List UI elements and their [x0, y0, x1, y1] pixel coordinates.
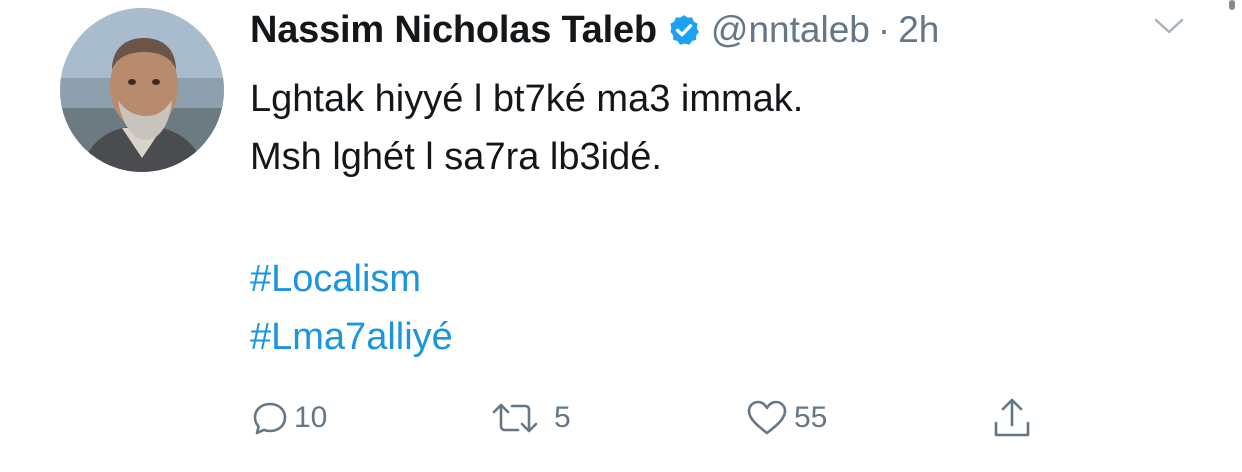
tweet-header: Nassim Nicholas Taleb @nntaleb · 2h: [250, 4, 939, 56]
scrollbar[interactable]: [1229, 0, 1235, 10]
retweet-arrows-icon: [490, 398, 550, 438]
retweet-count: 5: [554, 401, 571, 434]
heart-icon: [744, 398, 790, 438]
hashtag-lma7alliye[interactable]: #Lma7alliyé: [250, 308, 453, 366]
tweet-actions: 10 5 55: [250, 392, 1070, 444]
hashtag-list: #Localism #Lma7alliyé: [250, 250, 453, 366]
tweet-text-line: Lghtak hiyyé l bt7ké ma3 immak.: [250, 78, 804, 120]
author-name[interactable]: Nassim Nicholas Taleb: [250, 9, 657, 52]
verified-badge-icon: [667, 13, 701, 47]
like-count: 55: [794, 401, 828, 434]
timestamp[interactable]: 2h: [898, 9, 939, 51]
like-button[interactable]: 55: [744, 392, 827, 444]
profile-photo: [60, 8, 224, 172]
reply-count: 10: [294, 401, 328, 434]
speech-bubble-icon: [250, 398, 290, 438]
hashtag-localism[interactable]: #Localism: [250, 250, 453, 308]
author-handle[interactable]: @nntaleb: [711, 9, 870, 51]
tweet-text-line: Msh lghét l sa7ra lb3idé.: [250, 136, 662, 178]
tweet-text: Lghtak hiyyé l bt7ké ma3 immak. Msh lghé…: [250, 70, 803, 186]
retweet-button[interactable]: 5: [490, 392, 571, 444]
share-upload-icon: [990, 395, 1034, 441]
separator-dot: ·: [877, 9, 891, 50]
reply-button[interactable]: 10: [250, 392, 327, 444]
tweet: Nassim Nicholas Taleb @nntaleb · 2h Lght…: [0, 0, 1242, 472]
chevron-down-icon[interactable]: [1152, 14, 1186, 38]
avatar[interactable]: [60, 8, 224, 172]
share-button[interactable]: [990, 392, 1034, 444]
